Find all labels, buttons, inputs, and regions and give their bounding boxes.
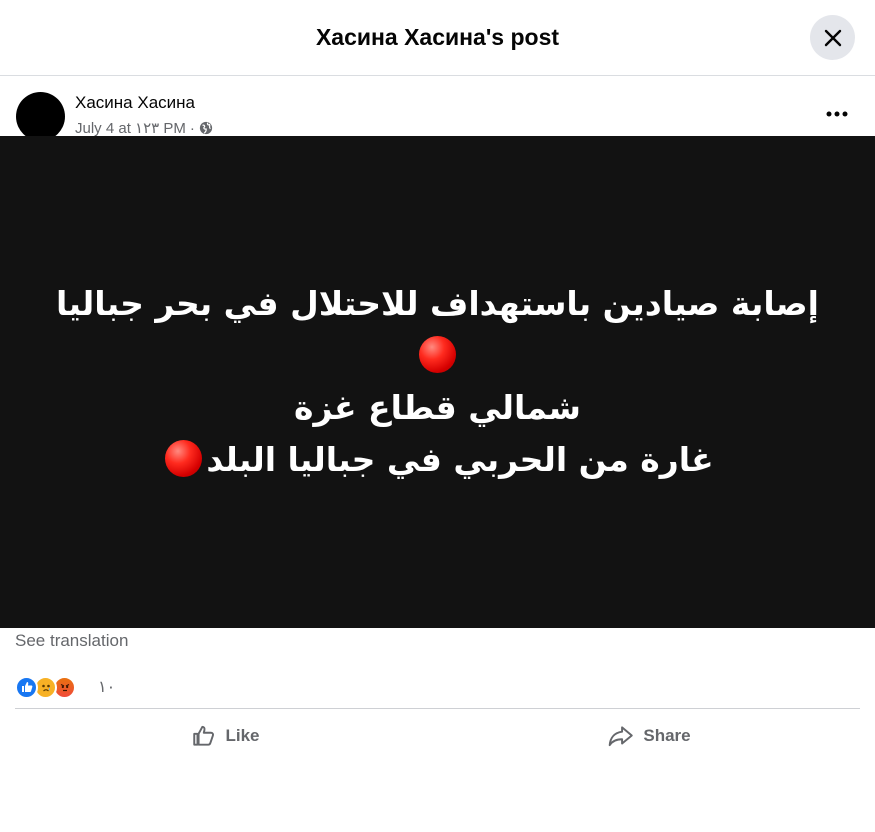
image-text-line-1: إصابة صيادين باستهداف للاحتلال في بحر جب…	[38, 278, 838, 382]
close-button[interactable]	[810, 15, 855, 60]
meta-separator: ·	[189, 119, 195, 137]
reaction-count[interactable]: ١٠	[98, 677, 115, 697]
more-icon	[826, 111, 848, 117]
author-name[interactable]: Хасина Хасина	[75, 93, 195, 113]
share-button[interactable]: Share	[438, 716, 860, 756]
post-image-text: إصابة صيادين باستهداف للاحتلال في بحر جب…	[38, 278, 838, 486]
thumbs-up-icon	[193, 725, 215, 746]
red-circle-icon	[165, 440, 203, 477]
divider	[15, 708, 860, 709]
post-meta: July 4 at ١٢٣ PM ·	[75, 119, 213, 137]
like-reaction-icon	[15, 675, 38, 699]
globe-icon[interactable]	[199, 121, 213, 135]
more-options-button[interactable]	[820, 102, 854, 126]
post-dialog-header: Хасина Хасина's post	[0, 0, 875, 76]
share-label: Share	[643, 726, 691, 745]
post-timestamp[interactable]: July 4 at ١٢٣ PM	[75, 119, 186, 137]
post-header: Хасина Хасина July 4 at ١٢٣ PM ·	[0, 76, 875, 141]
see-translation-link[interactable]: See translation	[15, 631, 128, 651]
dialog-title: Хасина Хасина's post	[315, 24, 560, 50]
post-image[interactable]: إصابة صيادين باستهداف للاحتلال في بحر جب…	[0, 136, 875, 628]
avatar[interactable]	[16, 92, 65, 141]
red-circle-icon	[419, 336, 456, 373]
image-text-line-3: غارة من الحربي في جباليا البلد	[38, 434, 838, 486]
reactions-summary[interactable]: ١٠	[15, 675, 115, 699]
close-icon	[824, 29, 841, 46]
image-text-line-2: شمالي قطاع غزة	[294, 388, 581, 427]
like-button[interactable]: Like	[15, 716, 436, 756]
like-label: Like	[225, 726, 260, 745]
share-icon	[609, 726, 634, 747]
